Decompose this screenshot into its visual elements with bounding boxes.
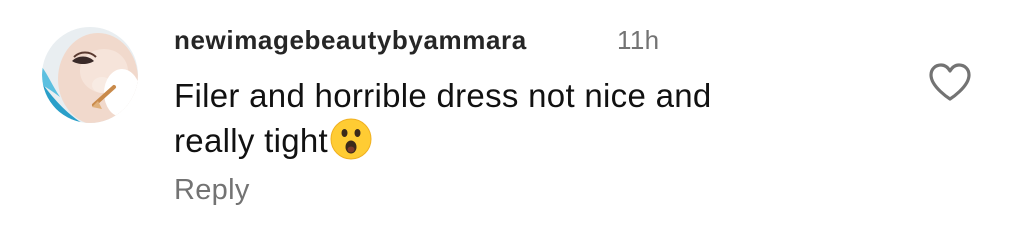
comment-text: Filer and horrible dress not nice and re… — [174, 74, 854, 163]
username[interactable]: newimagebeautybyammara — [174, 23, 527, 57]
astonished-face-emoji-icon — [330, 118, 372, 160]
comment-text-line-1: Filer and horrible dress not nice and — [174, 77, 712, 114]
reply-button[interactable]: Reply — [174, 172, 250, 208]
heart-outline-icon — [929, 63, 971, 101]
comment-timestamp: 11h — [617, 25, 660, 55]
avatar-image — [42, 27, 138, 123]
comment: newimagebeautybyammara 11h Filer and hor… — [0, 0, 1024, 242]
like-button[interactable] — [928, 62, 972, 102]
avatar[interactable] — [42, 27, 138, 123]
comment-text-line-2: really tight — [174, 122, 329, 159]
